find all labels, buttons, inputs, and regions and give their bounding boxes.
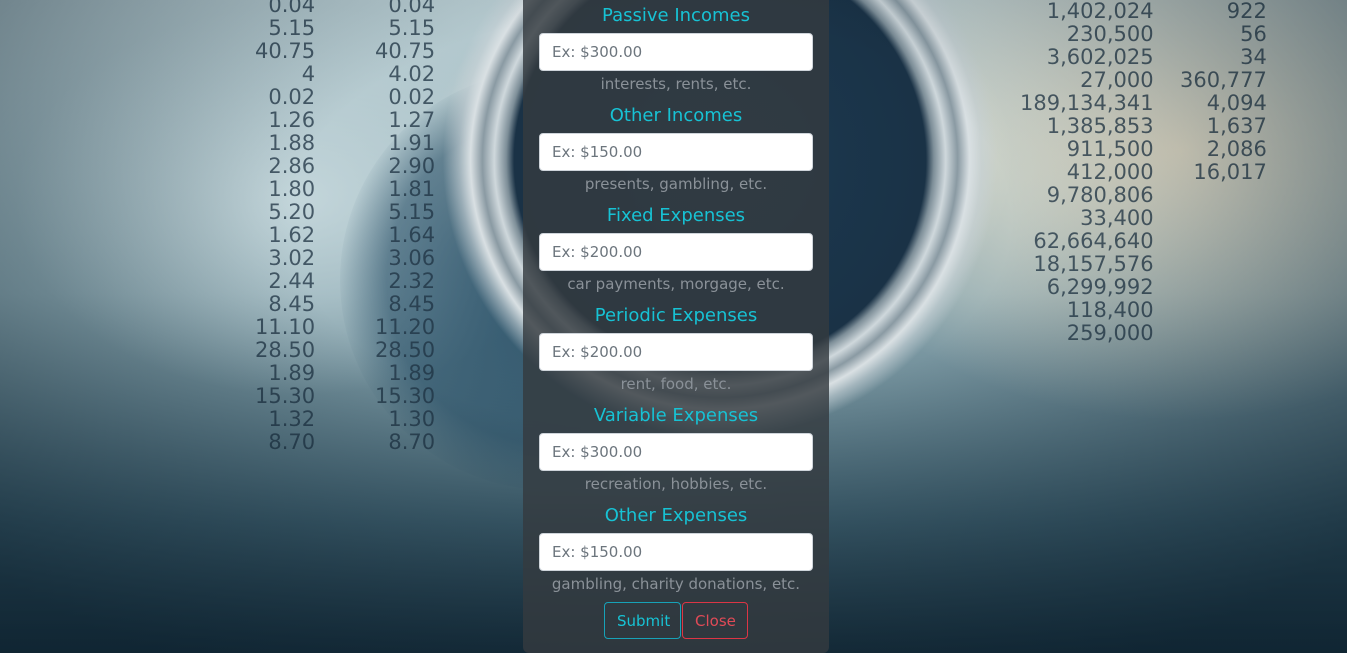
field-help-text: rent, food, etc.: [620, 375, 732, 393]
field-help-text: car payments, morgage, etc.: [567, 275, 785, 293]
close-button[interactable]: Close: [682, 602, 748, 639]
field-group-variable-expenses: Variable Expenses recreation, hobbies, e…: [523, 401, 829, 497]
field-group-periodic-expenses: Periodic Expenses rent, food, etc.: [523, 301, 829, 397]
submit-button[interactable]: Submit: [604, 602, 681, 639]
field-title: Variable Expenses: [593, 405, 759, 426]
field-title: Other Incomes: [609, 105, 743, 126]
field-help-text: gambling, charity donations, etc.: [551, 575, 801, 593]
field-group-other-incomes: Other Incomes presents, gambling, etc.: [523, 101, 829, 197]
other-expenses-input[interactable]: [539, 533, 813, 571]
field-title: Periodic Expenses: [594, 305, 758, 326]
form-actions: Submit Close: [604, 602, 748, 639]
variable-expenses-input[interactable]: [539, 433, 813, 471]
field-help-text: recreation, hobbies, etc.: [584, 475, 768, 493]
field-group-other-expenses: Other Expenses gambling, charity donatio…: [523, 501, 829, 597]
field-help-text: presents, gambling, etc.: [584, 175, 768, 193]
fixed-expenses-input[interactable]: [539, 233, 813, 271]
periodic-expenses-input[interactable]: [539, 333, 813, 371]
income-expense-form-panel: Passive Incomes interests, rents, etc. O…: [523, 0, 829, 653]
other-incomes-input[interactable]: [539, 133, 813, 171]
field-title: Passive Incomes: [602, 5, 750, 26]
field-title: Fixed Expenses: [606, 205, 746, 226]
field-help-text: interests, rents, etc.: [600, 75, 752, 93]
field-group-fixed-expenses: Fixed Expenses car payments, morgage, et…: [523, 201, 829, 297]
field-title: Other Expenses: [604, 505, 748, 526]
passive-incomes-input[interactable]: [539, 33, 813, 71]
field-group-passive-incomes: Passive Incomes interests, rents, etc.: [523, 1, 829, 97]
